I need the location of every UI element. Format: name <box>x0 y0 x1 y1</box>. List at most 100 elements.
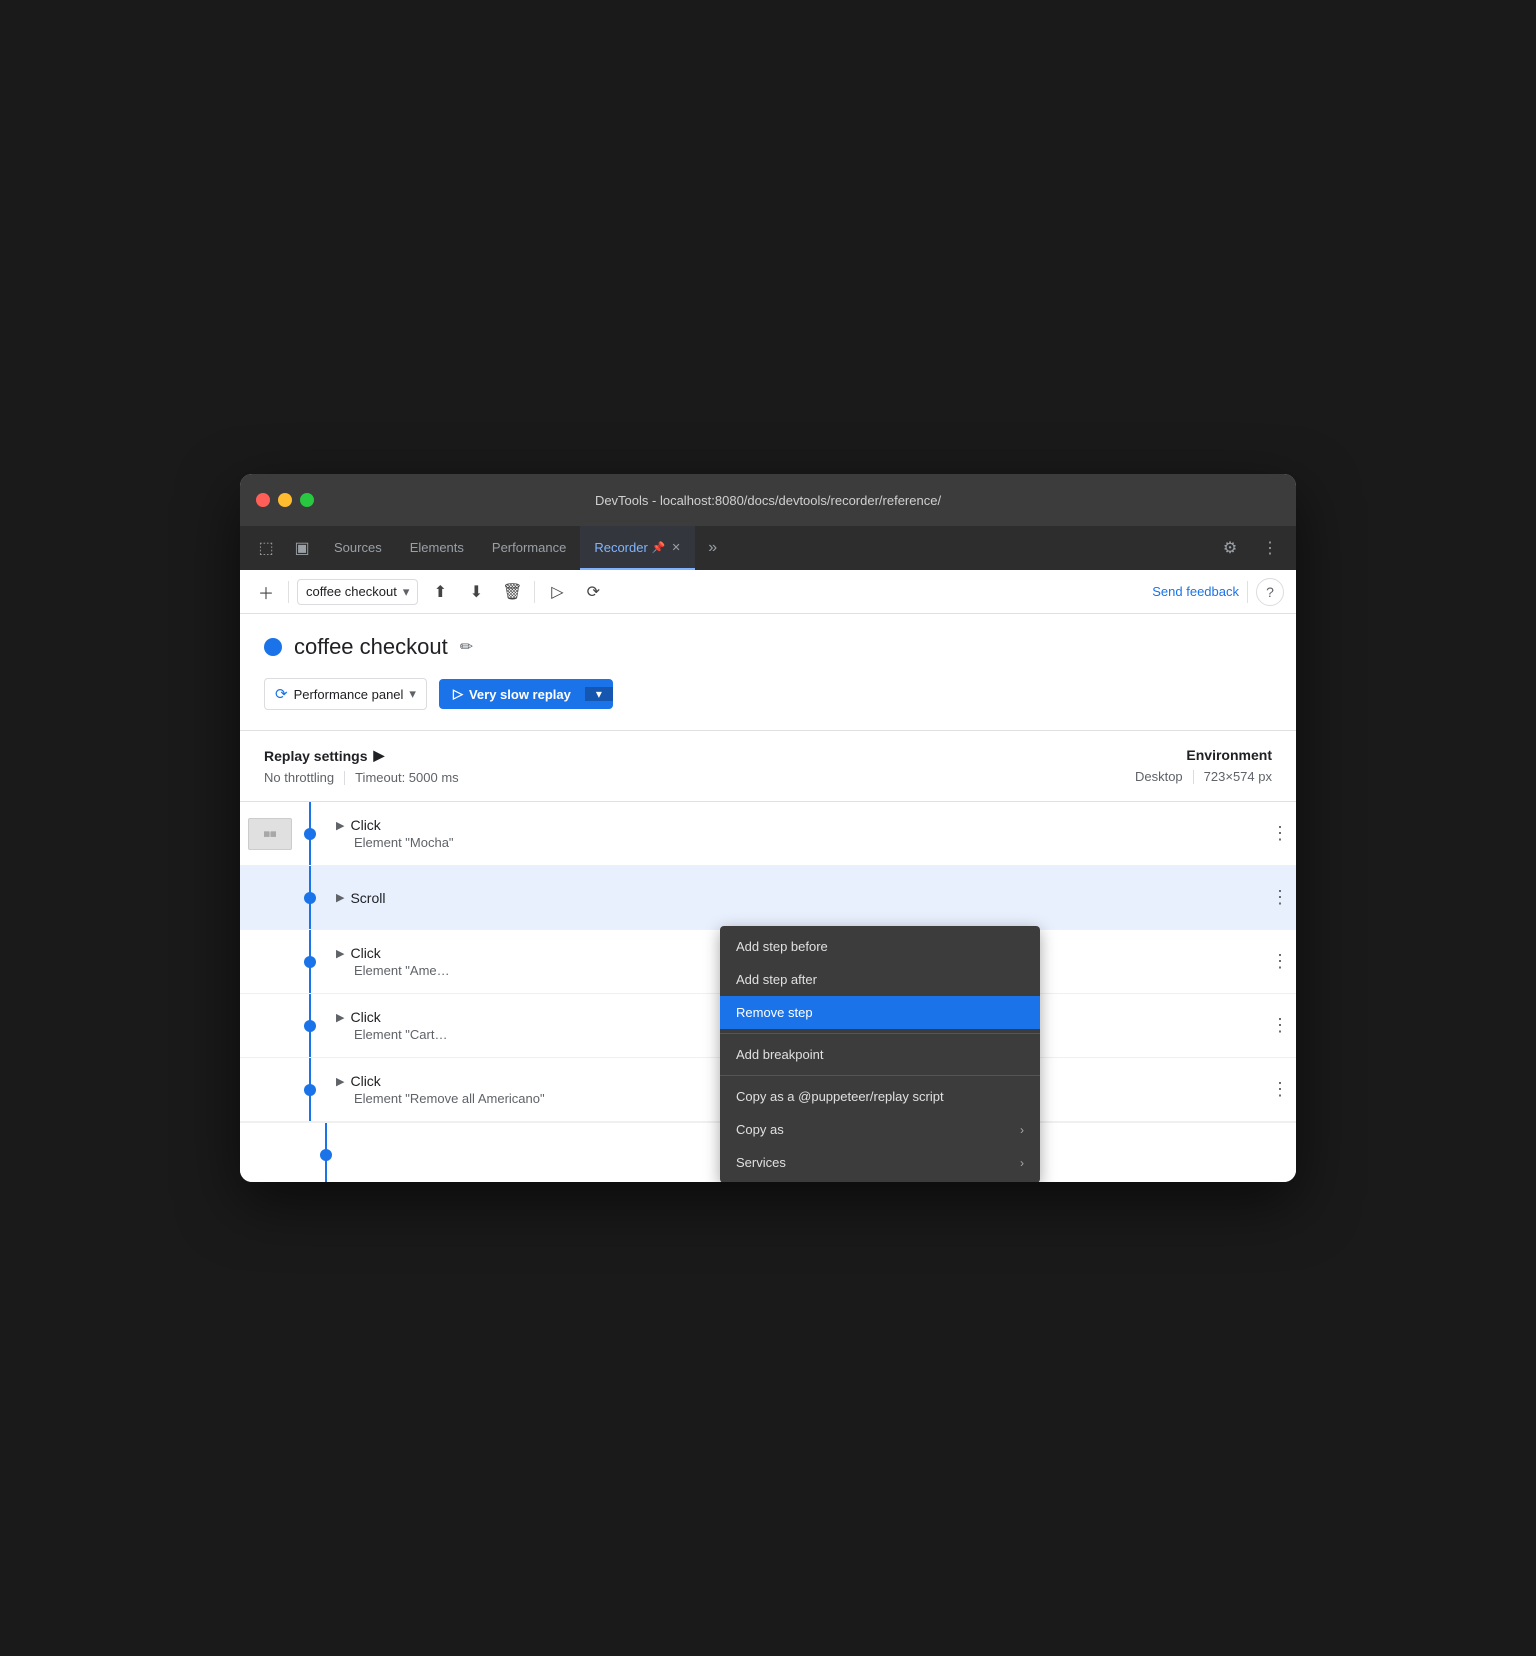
cm-separator-2 <box>720 1075 1040 1076</box>
devtools-window: DevTools - localhost:8080/docs/devtools/… <box>240 474 1296 1182</box>
step-menu-button-4[interactable]: ⋮ <box>1264 994 1296 1057</box>
close-tab-icon[interactable]: ✕ <box>672 541 681 554</box>
recording-header: coffee checkout ✏ <box>264 634 1272 660</box>
title-bar: DevTools - localhost:8080/docs/devtools/… <box>240 474 1296 526</box>
devtools-tab-bar: ⬚ ▣ Sources Elements Performance Recorde… <box>240 526 1296 570</box>
recording-title: coffee checkout <box>294 634 448 660</box>
settings-val-separator <box>344 771 345 785</box>
step-row-2: ▶ Scroll ⋮ Add step before Add step afte… <box>240 866 1296 930</box>
step-chevron-1[interactable]: ▶ <box>336 819 344 832</box>
tab-recorder[interactable]: Recorder 📌 ✕ <box>580 526 694 570</box>
replay-main-section[interactable]: ▷ Very slow replay <box>439 679 585 709</box>
replay-dropdown-button[interactable]: ▾ <box>585 687 613 701</box>
traffic-lights <box>256 493 314 507</box>
timeline-dot-2 <box>304 892 316 904</box>
timeline-1 <box>300 802 320 865</box>
steps-area: ▦▦ ▶ Click Element "Mocha" ⋮ <box>240 802 1296 1182</box>
tab-performance[interactable]: Performance <box>478 526 580 570</box>
step-menu-button-5[interactable]: ⋮ <box>1264 1058 1296 1121</box>
step-menu-button-1[interactable]: ⋮ <box>1264 802 1296 865</box>
cm-add-step-after[interactable]: Add step after <box>720 963 1040 996</box>
toolbar-divider-1 <box>288 581 289 603</box>
send-feedback-link[interactable]: Send feedback <box>1152 584 1239 599</box>
replay-settings-title[interactable]: Replay settings ▶ <box>264 747 992 764</box>
context-menu: Add step before Add step after Remove st… <box>720 926 1040 1182</box>
chevron-down-icon: ▾ <box>403 584 410 600</box>
cm-remove-step[interactable]: Remove step <box>720 996 1040 1029</box>
timeline-3 <box>300 930 320 993</box>
recording-name: coffee checkout <box>306 584 397 599</box>
step-preview-4 <box>240 994 300 1057</box>
play-icon: ▷ <box>453 686 463 702</box>
env-type: Desktop <box>1135 769 1183 784</box>
cm-copy-as-chevron-icon: › <box>1020 1123 1024 1137</box>
record-button[interactable]: ⟳ <box>579 578 607 606</box>
timeline-dot-4 <box>304 1020 316 1032</box>
close-button[interactable] <box>256 493 270 507</box>
env-title: Environment <box>992 747 1272 763</box>
step-preview-1: ▦▦ <box>240 802 300 865</box>
device-icon[interactable]: ▣ <box>284 526 320 570</box>
timeout-value: Timeout: 5000 ms <box>355 770 459 785</box>
tab-sources[interactable]: Sources <box>320 526 396 570</box>
timeline-dot-1 <box>304 828 316 840</box>
step-chevron-5[interactable]: ▶ <box>336 1075 344 1088</box>
maximize-button[interactable] <box>300 493 314 507</box>
pin-icon: 📌 <box>652 541 666 554</box>
cm-add-breakpoint[interactable]: Add breakpoint <box>720 1038 1040 1071</box>
recording-dot <box>264 638 282 656</box>
perf-panel-label: Performance panel <box>294 687 404 702</box>
step-row-1: ▦▦ ▶ Click Element "Mocha" ⋮ <box>240 802 1296 866</box>
add-recording-button[interactable]: ＋ <box>252 578 280 606</box>
step-chevron-2[interactable]: ▶ <box>336 891 344 904</box>
cm-add-step-before[interactable]: Add step before <box>720 930 1040 963</box>
cm-services[interactable]: Services › <box>720 1146 1040 1179</box>
step-chevron-3[interactable]: ▶ <box>336 947 344 960</box>
cm-copy-as[interactable]: Copy as › <box>720 1113 1040 1146</box>
settings-expand-icon: ▶ <box>373 747 384 764</box>
performance-panel-button[interactable]: ⟳ Performance panel ▾ <box>264 678 427 710</box>
settings-right: Environment Desktop 723×574 px <box>992 747 1272 784</box>
settings-icon[interactable]: ⚙ <box>1212 538 1248 558</box>
step-type-1: ▶ Click <box>336 817 1256 833</box>
step-preview-5 <box>240 1058 300 1121</box>
more-options-icon[interactable]: ⋮ <box>1252 538 1288 558</box>
recording-selector[interactable]: coffee checkout ▾ <box>297 579 418 605</box>
step-preview-3 <box>240 930 300 993</box>
settings-values: No throttling Timeout: 5000 ms <box>264 770 992 785</box>
window-title: DevTools - localhost:8080/docs/devtools/… <box>256 493 1280 508</box>
step-menu-button-3[interactable]: ⋮ <box>1264 930 1296 993</box>
tab-elements[interactable]: Elements <box>396 526 478 570</box>
action-bar: ⟳ Performance panel ▾ ▷ Very slow replay… <box>264 678 1272 710</box>
recorder-toolbar: ＋ coffee checkout ▾ ⬆ ⬇ 🗑 ▷ ⟳ Send feedb… <box>240 570 1296 614</box>
timeline-dot-3 <box>304 956 316 968</box>
step-chevron-4[interactable]: ▶ <box>336 1011 344 1024</box>
step-menu-button-2[interactable]: ⋮ <box>1264 866 1296 929</box>
export-button[interactable]: ⬆ <box>426 578 454 606</box>
delete-button[interactable]: 🗑 <box>498 578 526 606</box>
preview-thumbnail-1: ▦▦ <box>248 818 292 850</box>
perf-panel-chevron-icon: ▾ <box>409 686 416 702</box>
step-content-2: ▶ Scroll <box>320 866 1264 929</box>
replay-button[interactable]: ▷ Very slow replay ▾ <box>439 679 613 709</box>
help-button[interactable]: ? <box>1256 578 1284 606</box>
edit-title-icon[interactable]: ✏ <box>460 637 473 657</box>
replay-dropdown-chevron-icon: ▾ <box>596 687 602 701</box>
timeline-dot-more <box>320 1149 332 1161</box>
import-button[interactable]: ⬇ <box>462 578 490 606</box>
more-tabs-icon[interactable]: » <box>695 526 731 570</box>
play-button[interactable]: ▷ <box>543 578 571 606</box>
step-content-1: ▶ Click Element "Mocha" <box>320 802 1264 865</box>
minimize-button[interactable] <box>278 493 292 507</box>
devtools-right-icons: ⚙ ⋮ <box>1212 526 1288 570</box>
main-content: coffee checkout ✏ ⟳ Performance panel ▾ … <box>240 614 1296 802</box>
replay-label: Very slow replay <box>469 687 571 702</box>
performance-icon: ⟳ <box>275 685 288 703</box>
cursor-icon[interactable]: ⬚ <box>248 526 284 570</box>
step-preview-2 <box>240 866 300 929</box>
cm-copy-puppeteer[interactable]: Copy as a @puppeteer/replay script <box>720 1080 1040 1113</box>
cm-separator-1 <box>720 1033 1040 1034</box>
cm-services-chevron-icon: › <box>1020 1156 1024 1170</box>
env-size: 723×574 px <box>1204 769 1272 784</box>
throttling-value: No throttling <box>264 770 334 785</box>
